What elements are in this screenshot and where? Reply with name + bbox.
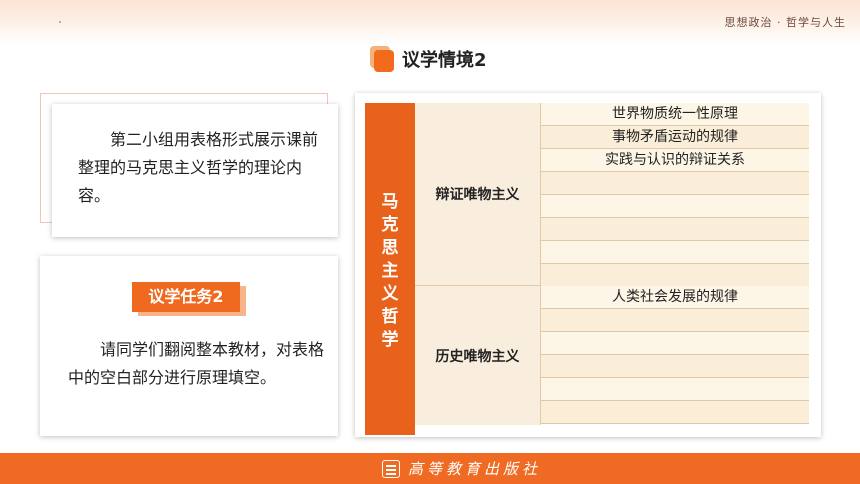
table-side-header: 马克思主义哲学 bbox=[365, 103, 415, 435]
table-row[interactable] bbox=[541, 401, 809, 424]
decorative-dot bbox=[59, 21, 61, 23]
category-dialectical-materialism: 辩证唯物主义 bbox=[415, 103, 541, 286]
intro-text: 第二小组用表格形式展示课前整理的马克思主义哲学的理论内容。 bbox=[78, 130, 319, 205]
table-row[interactable] bbox=[541, 172, 809, 195]
intro-card: 第二小组用表格形式展示课前整理的马克思主义哲学的理论内容。 bbox=[52, 104, 338, 237]
table-row[interactable]: 人类社会发展的规律 bbox=[541, 286, 809, 309]
publisher-logo: 高等教育出版社 bbox=[382, 458, 541, 479]
philosophy-table-card: 马克思主义哲学 辩证唯物主义 世界物质统一性原理 事物矛盾运动的规律 实践与认识… bbox=[355, 93, 821, 437]
task-tag: 议学任务2 bbox=[132, 282, 246, 316]
footer-band: 高等教育出版社 bbox=[0, 453, 860, 484]
table-row[interactable]: 世界物质统一性原理 bbox=[541, 103, 809, 126]
table-row[interactable] bbox=[541, 264, 809, 287]
table-row[interactable] bbox=[541, 309, 809, 332]
table-row[interactable] bbox=[541, 218, 809, 241]
dialectical-rows: 世界物质统一性原理 事物矛盾运动的规律 实践与认识的辩证关系 bbox=[541, 103, 809, 287]
table-row[interactable] bbox=[541, 355, 809, 378]
page-title: 议学情境2 bbox=[402, 50, 487, 71]
table-row[interactable] bbox=[541, 378, 809, 401]
publisher-name: 高等教育出版社 bbox=[408, 460, 542, 478]
task-card: 议学任务2 请同学们翻阅整本教材，对表格中的空白部分进行原理填空。 bbox=[40, 256, 338, 436]
table-row[interactable]: 事物矛盾运动的规律 bbox=[541, 126, 809, 149]
category-historical-materialism: 历史唯物主义 bbox=[415, 286, 541, 425]
title-bar: 议学情境2 bbox=[370, 44, 487, 74]
stacked-squares-icon bbox=[370, 46, 394, 72]
book-icon bbox=[382, 459, 400, 478]
table-row[interactable] bbox=[541, 332, 809, 355]
table-row[interactable]: 实践与认识的辩证关系 bbox=[541, 149, 809, 172]
subject-label: 思想政治 · 哲学与人生 bbox=[724, 16, 846, 29]
task-text: 请同学们翻阅整本教材，对表格中的空白部分进行原理填空。 bbox=[68, 340, 325, 387]
historical-rows: 人类社会发展的规律 bbox=[541, 286, 809, 424]
task-tag-label: 议学任务2 bbox=[148, 287, 224, 306]
table-row[interactable] bbox=[541, 241, 809, 264]
table-row[interactable] bbox=[541, 195, 809, 218]
table-side-label: 马克思主义哲学 bbox=[381, 192, 399, 350]
